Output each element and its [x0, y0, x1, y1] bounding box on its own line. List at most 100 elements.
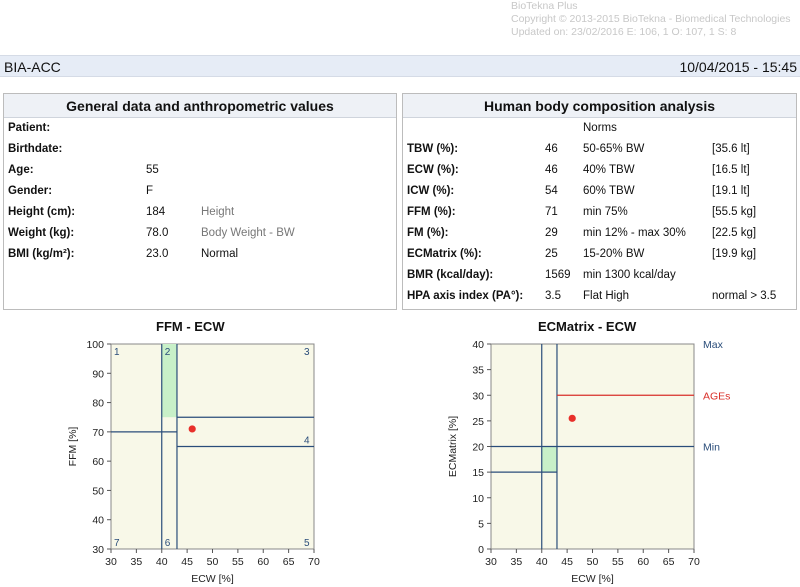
- ffm-value: 71: [545, 206, 558, 218]
- icw-extra: [19.1 lt]: [712, 185, 750, 197]
- ffm-extra: [55.5 kg]: [712, 206, 757, 218]
- ecmatrix-ecw-chart-title: ECMatrix - ECW: [538, 319, 637, 334]
- fm-label: FM (%):: [407, 227, 449, 239]
- composition-row-ecmatrix: ECMatrix (%): 25 15-20% BW [19.9 kg]: [407, 244, 793, 264]
- y-tick-label: 30: [472, 390, 484, 402]
- gender-label: Gender:: [8, 185, 53, 197]
- x-tick-label: 40: [156, 556, 168, 568]
- ecw-label: ECW (%):: [407, 164, 459, 176]
- general-row-patient: Patient:: [8, 118, 393, 138]
- tbw-norm: 50-65% BW: [583, 143, 645, 155]
- y-tick-label: 15: [472, 467, 484, 479]
- composition-row-tbw: TBW (%): 46 50-65% BW [35.6 lt]: [407, 139, 793, 159]
- x-tick-label: 30: [485, 556, 497, 568]
- x-tick-label: 65: [283, 556, 295, 568]
- product-name: BioTekna Plus: [511, 0, 578, 12]
- general-data-panel: General data and anthropometric values P…: [3, 93, 397, 310]
- x-tick-label: 50: [207, 556, 219, 568]
- x-axis-label: ECW [%]: [571, 573, 614, 585]
- hpa-norm: Flat High: [583, 290, 630, 302]
- x-tick-label: 60: [257, 556, 269, 568]
- weight-label: Weight (kg):: [8, 227, 75, 239]
- fm-value: 29: [545, 227, 558, 239]
- general-row-age: Age: 55: [8, 160, 393, 180]
- ffm-ecw-chart: 1 2 3456730 35 40 45 50 55 60 65 70304050607080901…: [67, 339, 320, 585]
- composition-panel: Human body composition analysis Norms TB…: [402, 93, 797, 310]
- x-tick-label: 55: [232, 556, 244, 568]
- norms-header-row: Norms: [407, 118, 793, 138]
- min-label: Min: [703, 442, 720, 454]
- composition-row-icw: ICW (%): 54 60% TBW [19.1 lt]: [407, 181, 793, 201]
- age-value: 55: [146, 164, 159, 176]
- update-info: Updated on: 23/02/2016 E: 106, 1 O: 107,…: [511, 26, 737, 38]
- y-tick-label: 60: [92, 456, 104, 468]
- x-tick-label: 45: [561, 556, 573, 568]
- ages-label: AGEs: [703, 390, 730, 402]
- y-axis-label: ECMatrix [%]: [447, 416, 459, 477]
- copyright-text: Copyright © 2013-2015 BioTekna - Biomedi…: [511, 13, 791, 25]
- y-tick-label: 30: [92, 544, 104, 556]
- y-tick-label: 25: [472, 416, 484, 428]
- x-tick-label: 40: [536, 556, 548, 568]
- bmr-norm: min 1300 kcal/day: [583, 269, 676, 281]
- height-value: 184: [146, 206, 166, 218]
- zone-label-4: 4: [304, 436, 310, 447]
- general-row-bmi: BMI (kg/m²): 23.0 Normal: [8, 244, 393, 264]
- ecw-extra: [16.5 lt]: [712, 164, 750, 176]
- y-axis-label: FFM [%]: [67, 427, 79, 467]
- y-tick-label: 50: [92, 485, 104, 497]
- fm-norm: min 12% - max 30%: [583, 227, 686, 239]
- max-label: Max: [703, 339, 724, 351]
- ecw-value: 46: [545, 164, 558, 176]
- y-tick-label: 80: [92, 398, 104, 410]
- x-tick-label: 35: [511, 556, 523, 568]
- ffm-label: FFM (%):: [407, 206, 456, 218]
- icw-value: 54: [545, 185, 558, 197]
- general-row-height: Height (cm): 184 Height: [8, 202, 393, 222]
- x-tick-label: 30: [105, 556, 117, 568]
- y-tick-label: 90: [92, 368, 104, 380]
- x-tick-label: 50: [587, 556, 599, 568]
- hpa-extra: normal > 3.5: [712, 290, 777, 302]
- age-label: Age:: [8, 164, 34, 176]
- ffm-ecw-chart-title: FFM - ECW: [156, 319, 225, 334]
- zone-label-6: 6: [165, 538, 171, 549]
- weight-note: Body Weight - BW: [201, 227, 295, 239]
- y-tick-label: 20: [472, 442, 484, 454]
- composition-row-hpa: HPA axis index (PA°): 3.5 Flat High norm…: [407, 286, 793, 306]
- data-point: [188, 425, 196, 433]
- general-row-weight: Weight (kg): 78.0 Body Weight - BW: [8, 223, 393, 243]
- zone-label-3: 3: [304, 347, 310, 358]
- hpa-label: HPA axis index (PA°):: [407, 290, 524, 302]
- tbw-value: 46: [545, 143, 558, 155]
- height-note: Height: [201, 206, 235, 218]
- zone-label-1: 1: [114, 347, 120, 358]
- y-tick-label: 70: [92, 427, 104, 439]
- x-tick-label: 35: [131, 556, 143, 568]
- weight-value: 78.0: [146, 227, 169, 239]
- x-tick-label: 45: [181, 556, 193, 568]
- ecmatrix-extra: [19.9 kg]: [712, 248, 757, 260]
- general-row-gender: Gender: F: [8, 181, 393, 201]
- bmi-label: BMI (kg/m²):: [8, 248, 75, 260]
- composition-row-ffm: FFM (%): 71 min 75% [55.5 kg]: [407, 202, 793, 222]
- app-header: BioTekna Plus Copyright © 2013-2015 BioT…: [511, 0, 800, 40]
- highlight-zone: [541, 446, 557, 473]
- ecmatrix-label: ECMatrix (%):: [407, 248, 482, 260]
- y-tick-label: 0: [478, 544, 484, 556]
- composition-row-fm: FM (%): 29 min 12% - max 30% [22.5 kg]: [407, 223, 793, 243]
- zone-label-2: 2: [165, 347, 171, 358]
- x-tick-label: 60: [637, 556, 649, 568]
- y-tick-label: 5: [478, 518, 484, 530]
- composition-row-bmr: BMR (kcal/day): 1569 min 1300 kcal/day: [407, 265, 793, 285]
- bmr-value: 1569: [545, 269, 571, 281]
- zone-label-5: 5: [304, 538, 310, 549]
- gender-value: F: [146, 185, 154, 197]
- x-tick-label: 65: [663, 556, 675, 568]
- hpa-value: 3.5: [545, 290, 561, 302]
- norms-header: Norms: [583, 122, 617, 134]
- y-tick-label: 35: [472, 365, 484, 377]
- x-tick-label: 55: [612, 556, 624, 568]
- x-tick-label: 70: [688, 556, 700, 568]
- data-point: [568, 414, 576, 422]
